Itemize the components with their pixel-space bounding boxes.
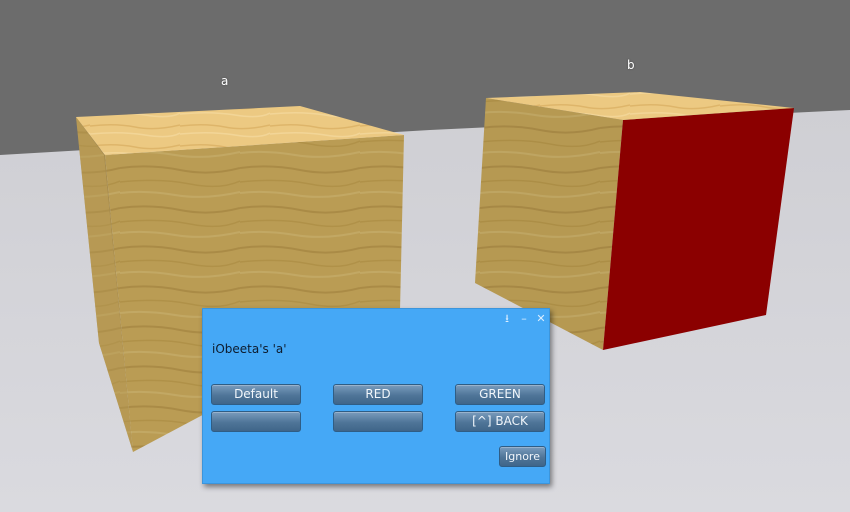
empty-button-2[interactable] xyxy=(333,411,423,432)
script-dialog[interactable]: ⭳ – ✕ iObeeta's 'a' Default RED GREEN [^… xyxy=(202,308,550,484)
ignore-button[interactable]: Ignore xyxy=(499,446,546,467)
cube-b-red-face xyxy=(603,108,794,350)
object-label-b: b xyxy=(627,58,635,72)
close-icon[interactable]: ✕ xyxy=(535,313,547,325)
download-icon[interactable]: ⭳ xyxy=(501,313,513,325)
object-label-a: a xyxy=(221,74,229,88)
red-button[interactable]: RED xyxy=(333,384,423,405)
dialog-message: iObeeta's 'a' xyxy=(212,342,287,356)
green-button[interactable]: GREEN xyxy=(455,384,545,405)
default-button[interactable]: Default xyxy=(211,384,301,405)
back-button[interactable]: [^] BACK xyxy=(455,411,545,432)
empty-button-1[interactable] xyxy=(211,411,301,432)
minimize-icon[interactable]: – xyxy=(518,313,530,325)
